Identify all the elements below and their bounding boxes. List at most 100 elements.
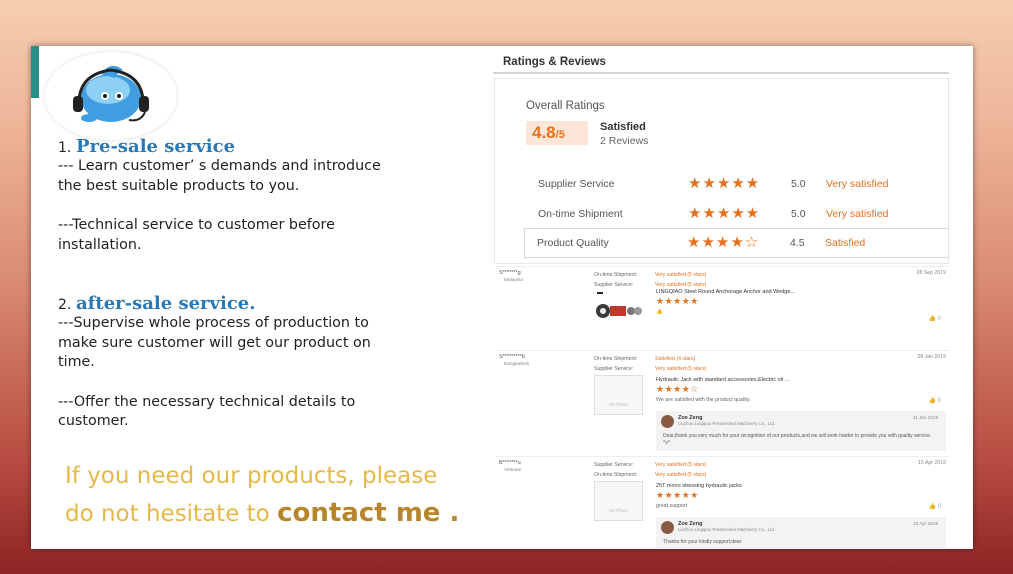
- pre-sale-number: 1.: [58, 140, 72, 156]
- review-comment: great support: [656, 503, 688, 509]
- meta-value: Very satisfied (5 stars): [655, 272, 707, 278]
- reviewer-name: B*******u: [499, 460, 521, 466]
- slide: 1. Pre-sale service --- Learn customer’ …: [31, 46, 973, 549]
- rating-row-product-quality[interactable]: Product Quality ★★★★☆ 4.5 Satisfied: [524, 228, 949, 258]
- after-sale-para-2: ---Offer the necessary technical details…: [58, 393, 478, 432]
- after-sale-number: 2.: [58, 297, 72, 313]
- product-thumbnail[interactable]: [594, 289, 643, 329]
- divider: [493, 72, 949, 74]
- review-meta-labels: Supplier Service: On-time Shipment:: [594, 460, 637, 480]
- review-item: S*********b Bangladesh On-time Shipment:…: [496, 350, 949, 454]
- reply-text: Dear,thank you very much for your recogn…: [663, 433, 932, 446]
- star-rating: ★★★★★: [688, 205, 761, 222]
- reviewer-country: Vietnam: [504, 468, 522, 473]
- rating-row-supplier-service: Supplier Service ★★★★★ 5.0 Very satisfie…: [526, 170, 946, 198]
- meta-value: Very satisfied (5 stars): [655, 462, 707, 468]
- text-line: customer.: [58, 413, 129, 429]
- headset-mascot-icon: [73, 65, 149, 122]
- after-sale-para-1: ---Supervise whole process of production…: [58, 314, 478, 373]
- meta-label: Supplier Service:: [594, 462, 634, 468]
- cta-line-1: If you need our products, please: [65, 463, 438, 489]
- review-meta-values: Satisfied (4 stars) Very satisfied (5 st…: [655, 354, 706, 374]
- review-comment: We are satisfied with the product qualit…: [656, 397, 751, 403]
- review-count[interactable]: 2 Reviews: [600, 135, 648, 147]
- review-stars: ★★★★★: [656, 490, 699, 500]
- meta-label: On-time Shipment:: [594, 272, 638, 278]
- contact-me-link[interactable]: contact me .: [277, 498, 459, 528]
- after-sale-title: after-sale service.: [75, 293, 256, 314]
- satisfaction-label: Satisfied: [600, 121, 646, 133]
- pre-sale-title: Pre-sale service: [75, 136, 236, 157]
- product-title-link[interactable]: LINGQIAO Steel Round Anchorage Anchor an…: [656, 289, 795, 295]
- score-badge: 4.8/5: [526, 121, 588, 145]
- text-line: the best suitable products to you.: [58, 177, 300, 194]
- meta-value: Satisfied (4 stars): [655, 356, 696, 362]
- meta-value: Very satisfied (5 stars): [655, 472, 707, 478]
- cta-line-2: do not hesitate to contact me .: [65, 495, 485, 533]
- review-item: B*******u Vietnam Supplier Service: On-t…: [496, 456, 949, 549]
- rating-label: Product Quality: [537, 237, 609, 249]
- reviewer-country: Bangladesh: [504, 362, 530, 367]
- reply-text: Thanks for your kindly support,dear: [663, 539, 742, 545]
- slide-accent-bar: [31, 46, 39, 98]
- review-meta-labels: On-time Shipment: Supplier Service:: [594, 270, 637, 290]
- no-photo-thumbnail[interactable]: No Photo: [594, 375, 643, 415]
- reply-company: Liuzhou Lingqiao Prestressed Machinery C…: [678, 527, 776, 532]
- service-text: 1. Pre-sale service --- Learn customer’ …: [58, 136, 478, 432]
- rating-value: 5.0: [791, 208, 806, 220]
- cta-text: do not hesitate to: [65, 501, 278, 527]
- ratings-reviews-panel: Ratings & Reviews Overall Ratings 4.8/5 …: [493, 52, 949, 549]
- logo-bubble: [45, 52, 177, 140]
- meta-value: Very satisfied (5 stars): [655, 366, 707, 372]
- text-line: ---Technical service to customer before: [58, 217, 335, 233]
- rating-label: On-time Shipment: [538, 208, 623, 220]
- score-value: 4.8: [532, 123, 556, 142]
- pre-sale-para-1: --- Learn customer’ s demands and introd…: [58, 157, 478, 196]
- rating-label: Supplier Service: [538, 178, 615, 190]
- reviewer-name: S*******g: [499, 270, 521, 276]
- like-button[interactable]: 👍 0: [929, 397, 941, 404]
- no-photo-thumbnail[interactable]: No Photo: [594, 481, 643, 521]
- text-line: --- Learn customer’ s demands and introd…: [58, 158, 381, 174]
- meta-label: On-time Shipment:: [594, 472, 638, 478]
- pre-sale-para-2: ---Technical service to customer before …: [58, 216, 478, 255]
- star-rating: ★★★★☆: [687, 234, 760, 251]
- rating-text: Very satisfied: [826, 178, 889, 190]
- review-meta-labels: On-time Shipment: Supplier Service:: [594, 354, 637, 374]
- reviewer-name: S*********b: [499, 354, 525, 360]
- review-meta-values: Very satisfied (5 stars) Very satisfied …: [655, 270, 706, 290]
- product-title-link[interactable]: Hydraulic Jack with standard accessories…: [656, 377, 789, 383]
- overall-ratings-label: Overall Ratings: [526, 100, 605, 112]
- rating-row-on-time-shipment: On-time Shipment ★★★★★ 5.0 Very satisfie…: [526, 200, 946, 228]
- product-title-link[interactable]: 25T mono stressing hydraulic jacks: [656, 483, 742, 489]
- score-scale: /5: [555, 129, 565, 141]
- reply-date: 11 Jan 2019: [913, 415, 938, 420]
- review-stars: ★★★★★: [656, 296, 699, 306]
- rating-text: Satisfied: [825, 237, 866, 249]
- reply-date: 15 Apr 2018: [913, 521, 938, 526]
- avatar: [661, 521, 674, 534]
- text-line: ---Supervise whole process of production…: [58, 315, 369, 331]
- contact-callout: If you need our products, please do not …: [65, 458, 485, 533]
- review-comment: 👍: [656, 309, 663, 315]
- review-meta-values: Very satisfied (5 stars) Very satisfied …: [655, 460, 706, 480]
- star-rating: ★★★★★: [688, 175, 761, 192]
- text-line: time.: [58, 354, 95, 370]
- review-stars: ★★★★☆: [656, 384, 699, 394]
- overall-ratings-box: Overall Ratings 4.8/5 Satisfied 2 Review…: [494, 78, 949, 264]
- review-date: 28 Sep 2019: [916, 270, 946, 276]
- meta-label: Supplier Service:: [594, 366, 634, 372]
- pre-sale-heading: 1. Pre-sale service: [58, 136, 478, 157]
- seller-reply: Zoe Zeng Liuzhou Lingqiao Prestressed Ma…: [656, 517, 946, 548]
- seller-reply: Zoe Zeng Liuzhou Lingqiao Prestressed Ma…: [656, 411, 946, 451]
- text-line: installation.: [58, 236, 142, 253]
- text-line: ---Offer the necessary technical details…: [58, 393, 356, 410]
- review-date: 08 Jan 2019: [917, 354, 946, 360]
- like-button[interactable]: 👍 0: [929, 503, 941, 510]
- meta-label: On-time Shipment:: [594, 356, 638, 362]
- rating-value: 5.0: [791, 178, 806, 190]
- like-button[interactable]: 👍 0: [929, 315, 941, 322]
- reply-company: Liuzhou Lingqiao Prestressed Machinery C…: [678, 421, 776, 426]
- text-line: make sure customer will get our product …: [58, 334, 371, 351]
- reviewer-country: Malaysia: [504, 278, 523, 283]
